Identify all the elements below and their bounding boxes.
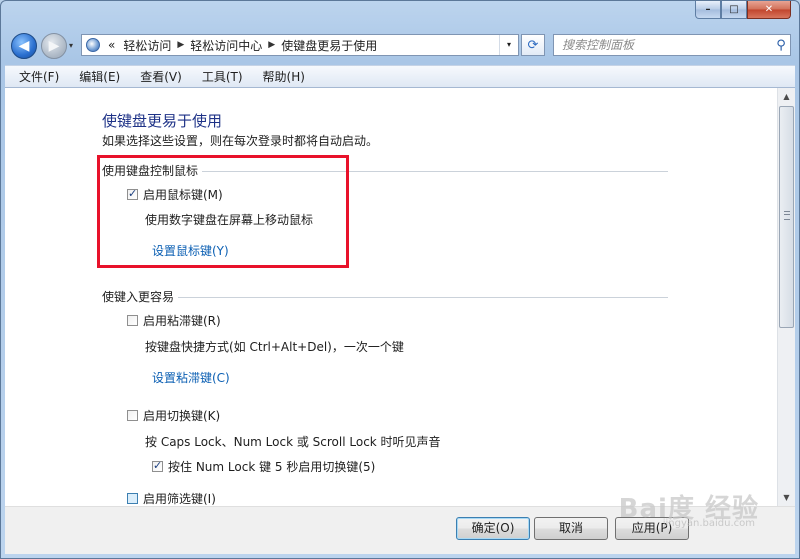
search-box[interactable]: ⚲	[553, 34, 791, 56]
control-panel-icon	[86, 38, 100, 52]
recent-pages-dropdown[interactable]: ▾	[69, 41, 73, 50]
section-typing-heading: 使键入更容易	[102, 288, 668, 305]
menu-view[interactable]: 查看(V)	[127, 68, 189, 85]
address-overflow-chevron[interactable]: «	[108, 38, 115, 52]
breadcrumb-separator-icon[interactable]: ▶	[177, 40, 184, 50]
filter-keys-checkbox[interactable]	[127, 493, 138, 504]
red-highlight-annotation	[97, 155, 349, 268]
search-input[interactable]	[554, 37, 772, 53]
toggle-keys-numlock-option[interactable]: 按住 Num Lock 键 5 秒启用切换键(5)	[152, 458, 375, 475]
apply-button[interactable]: 应用(P)	[615, 517, 689, 540]
back-arrow-icon: ◀	[18, 38, 30, 54]
toggle-keys-numlock-checkbox[interactable]	[152, 459, 163, 472]
refresh-icon: ⟳	[527, 37, 539, 53]
filter-keys-label: 启用筛选键(I)	[143, 492, 216, 506]
cancel-button[interactable]: 取消	[534, 517, 608, 540]
sticky-keys-option[interactable]: 启用粘滞键(R)	[127, 312, 221, 329]
settings-content: 使键盘更易于使用 如果选择这些设置，则在每次登录时都将自动启动。 使用键盘控制鼠…	[5, 88, 777, 506]
page-title: 使键盘更易于使用	[102, 112, 223, 130]
control-panel-window: – □ ✕ ◀ ▶ ▾ « 轻松访问 ▶ 轻松访问中心 ▶ 使键盘更易于使用 ▾…	[0, 0, 800, 559]
menu-help[interactable]: 帮助(H)	[250, 68, 312, 85]
filter-keys-option[interactable]: 启用筛选键(I)	[127, 490, 216, 506]
breadcrumb-keyboard-settings[interactable]: 使键盘更易于使用	[281, 37, 377, 54]
sticky-keys-checkbox[interactable]	[127, 315, 138, 326]
scroll-down-icon[interactable]: ▼	[778, 489, 795, 506]
back-button[interactable]: ◀	[11, 33, 37, 59]
minimize-button[interactable]: –	[695, 1, 721, 19]
toggle-keys-option[interactable]: 启用切换键(K)	[127, 407, 220, 424]
forward-button[interactable]: ▶	[41, 33, 67, 59]
search-icon[interactable]: ⚲	[772, 38, 790, 53]
breadcrumb-ease-of-access[interactable]: 轻松访问	[123, 37, 171, 54]
section-divider	[178, 297, 668, 298]
scroll-grip-icon	[784, 211, 790, 220]
sticky-keys-label: 启用粘滞键(R)	[143, 314, 221, 328]
toggle-keys-label: 启用切换键(K)	[143, 409, 221, 423]
ok-button[interactable]: 确定(O)	[456, 517, 530, 540]
toggle-keys-description: 按 Caps Lock、Num Lock 或 Scroll Lock 时听见声音	[145, 435, 441, 449]
menu-file[interactable]: 文件(F)	[5, 68, 66, 85]
close-button[interactable]: ✕	[747, 1, 791, 19]
breadcrumb-ease-of-access-center[interactable]: 轻松访问中心	[190, 37, 262, 54]
toggle-keys-checkbox[interactable]	[127, 410, 138, 421]
dialog-button-bar: 确定(O) 取消 应用(P)	[5, 506, 795, 554]
caption-buttons: – □ ✕	[695, 1, 791, 19]
page-description: 如果选择这些设置，则在每次登录时都将自动启动。	[102, 134, 379, 148]
menu-bar: 文件(F) 编辑(E) 查看(V) 工具(T) 帮助(H)	[5, 65, 795, 88]
address-dropdown-icon[interactable]: ▾	[499, 35, 518, 55]
navigation-bar: ◀ ▶ ▾ « 轻松访问 ▶ 轻松访问中心 ▶ 使键盘更易于使用 ▾ ⟳ ⚲	[1, 29, 800, 63]
toggle-keys-numlock-label: 按住 Num Lock 键 5 秒启用切换键(5)	[168, 460, 376, 474]
breadcrumb-separator-icon[interactable]: ▶	[268, 40, 275, 50]
refresh-button[interactable]: ⟳	[521, 34, 545, 56]
scroll-thumb[interactable]	[779, 106, 794, 328]
vertical-scrollbar[interactable]: ▲ ▼	[777, 88, 795, 506]
setup-sticky-keys-link[interactable]: 设置粘滞键(C)	[152, 369, 230, 386]
section-heading-label: 使键入更容易	[102, 290, 175, 304]
maximize-button[interactable]: □	[721, 1, 747, 19]
sticky-keys-description: 按键盘快捷方式(如 Ctrl+Alt+Del)，一次一个键	[145, 340, 404, 354]
forward-arrow-icon: ▶	[48, 38, 60, 54]
address-bar[interactable]: « 轻松访问 ▶ 轻松访问中心 ▶ 使键盘更易于使用 ▾	[81, 34, 519, 56]
menu-tools[interactable]: 工具(T)	[189, 68, 250, 85]
scroll-up-icon[interactable]: ▲	[778, 88, 795, 105]
menu-edit[interactable]: 编辑(E)	[66, 68, 127, 85]
